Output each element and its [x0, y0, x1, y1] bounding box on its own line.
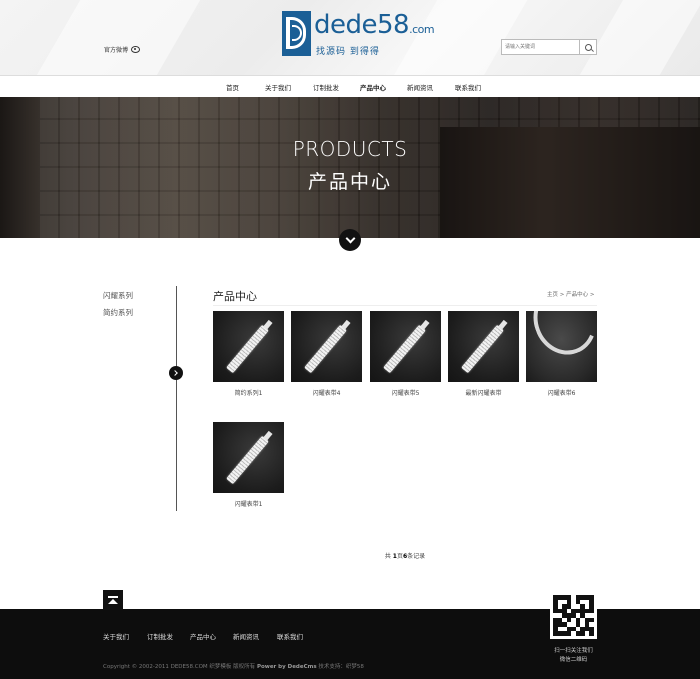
- pagination-summary: 共 1页6条记录: [0, 551, 700, 560]
- copyright-pre: Copyright © 2002-2011 DEDE58.COM 织梦模板 版权…: [103, 664, 257, 670]
- back-to-top-button[interactable]: [103, 590, 123, 610]
- nav-item-contact[interactable]: 联系我们: [455, 82, 481, 92]
- sidebar-divider: [176, 286, 177, 511]
- search-box: [501, 39, 597, 55]
- product-card[interactable]: 闪耀表带4: [291, 311, 362, 397]
- page-banner: PRODUCTS 产品中心: [0, 97, 700, 238]
- nav-item-about[interactable]: 关于我们: [265, 82, 291, 92]
- pager-records-unit: 条记录: [407, 553, 426, 560]
- product-card[interactable]: 最新闪耀表带: [448, 311, 519, 397]
- product-name[interactable]: 闪耀表带5: [370, 388, 441, 397]
- sidebar-toggle-button[interactable]: [169, 366, 183, 380]
- copyright-post: 技术支持：织梦58: [316, 664, 364, 670]
- qr-caption-follow: 扫一扫关注我们: [554, 648, 593, 654]
- sidebar-item-shine[interactable]: 闪耀系列: [103, 290, 133, 301]
- nav-item-home[interactable]: 首页: [226, 82, 239, 92]
- search-button[interactable]: [579, 40, 596, 54]
- wechat-qr-code: [550, 592, 597, 639]
- footer-link-about[interactable]: 关于我们: [103, 631, 129, 641]
- scroll-down-button[interactable]: [339, 229, 361, 251]
- site-logo[interactable]: dede58.com 找源码 到得得: [282, 10, 435, 57]
- main-nav: 首页 关于我们 订制批发 产品中心 新闻资讯 联系我们: [0, 75, 700, 97]
- pager-prefix: 共: [384, 553, 393, 560]
- chevron-right-icon: [172, 370, 178, 376]
- logo-d-icon: [282, 11, 311, 56]
- qr-code-icon: [553, 595, 594, 636]
- logo-suffix: .com: [409, 23, 435, 36]
- qr-caption-wechat: 微信二维码: [559, 657, 588, 663]
- product-image[interactable]: [213, 311, 284, 382]
- product-image[interactable]: [291, 311, 362, 382]
- footer-link-contact[interactable]: 联系我们: [277, 631, 303, 641]
- product-name[interactable]: 闪耀表带4: [291, 388, 362, 397]
- product-card[interactable]: 闪耀表带1: [213, 422, 284, 508]
- chevron-down-icon: [345, 233, 355, 244]
- logo-tagline: 找源码 到得得: [316, 47, 380, 57]
- nav-item-wholesale[interactable]: 订制批发: [313, 82, 339, 92]
- header-background-facet: [571, 0, 700, 75]
- banner-title-cn: 产品中心: [307, 171, 392, 193]
- product-card[interactable]: 简约系列1: [213, 311, 284, 397]
- nav-item-products[interactable]: 产品中心: [360, 82, 386, 92]
- product-name[interactable]: 简约系列1: [213, 388, 284, 397]
- weibo-label: 官方微博: [104, 47, 129, 54]
- weibo-icon: [131, 46, 141, 53]
- banner-title-en: PRODUCTS: [292, 137, 408, 161]
- product-name[interactable]: 闪耀表带1: [213, 499, 284, 508]
- footer-link-products[interactable]: 产品中心: [190, 631, 216, 641]
- product-image[interactable]: [526, 311, 597, 382]
- header-background-facet: [28, 0, 212, 75]
- search-input[interactable]: [502, 40, 579, 54]
- product-card[interactable]: 闪耀表带6: [526, 311, 597, 397]
- copyright-text: Copyright © 2002-2011 DEDE58.COM 织梦模板 版权…: [103, 662, 364, 670]
- product-image[interactable]: [448, 311, 519, 382]
- product-card[interactable]: 闪耀表带5: [370, 311, 441, 397]
- logo-name: dede58: [314, 10, 410, 40]
- weibo-link[interactable]: 官方微博: [104, 45, 141, 54]
- product-image[interactable]: [370, 311, 441, 382]
- search-icon: [584, 43, 592, 51]
- arrow-up-icon: [108, 596, 118, 598]
- breadcrumb[interactable]: 主页 > 产品中心 >: [547, 290, 594, 298]
- arrow-up-icon: [108, 598, 118, 604]
- product-image[interactable]: [213, 422, 284, 493]
- nav-item-news[interactable]: 新闻资讯: [407, 82, 433, 92]
- copyright-power[interactable]: Power by DedeCms: [257, 664, 317, 670]
- footer-link-wholesale[interactable]: 订制批发: [147, 631, 173, 641]
- sidebar-item-simple[interactable]: 简约系列: [103, 307, 133, 318]
- footer-link-news[interactable]: 新闻资讯: [233, 631, 259, 641]
- product-name[interactable]: 闪耀表带6: [526, 388, 597, 397]
- product-name[interactable]: 最新闪耀表带: [448, 388, 519, 397]
- page-title: 产品中心: [213, 290, 257, 303]
- title-divider: [213, 305, 597, 306]
